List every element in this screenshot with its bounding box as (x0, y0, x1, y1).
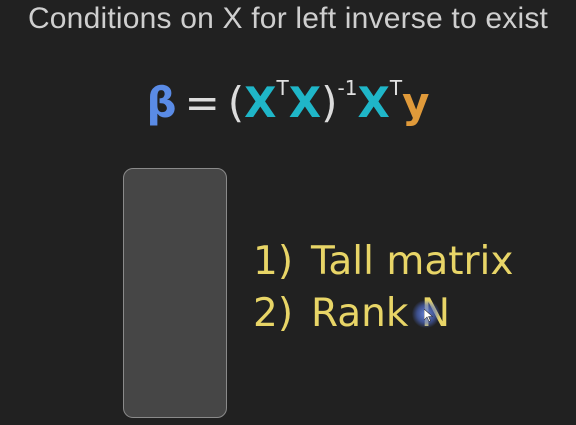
mouse-pointer-icon (412, 300, 440, 328)
equation-open-paren: ( (227, 78, 245, 127)
condition-number: 1) (253, 239, 294, 284)
equation-close-paren: ) (321, 78, 338, 127)
slide-title: Conditions on X for left inverse to exis… (27, 2, 549, 35)
condition-item: 2) Rank N (253, 288, 513, 340)
equation-transpose-2: T (389, 76, 403, 100)
condition-text: Tall matrix (311, 239, 514, 284)
equation-transpose-1: T (276, 76, 289, 100)
equation-equals: = (184, 78, 220, 127)
slide: Conditions on X for left inverse to exis… (0, 0, 576, 425)
condition-number: 2) (253, 291, 294, 336)
tall-matrix-shape (123, 168, 227, 418)
conditions-list: 1) Tall matrix 2) Rank N (253, 236, 513, 340)
equation-beta: β (146, 78, 177, 127)
equation-y: y (402, 78, 430, 127)
equation-inverse-exponent: -1 (337, 76, 358, 100)
normal-equation: β = (XTX)-1XTy (0, 78, 576, 127)
equation-x-2: X (288, 78, 322, 127)
equation-x-1: X (244, 78, 277, 127)
equation-x-3: X (357, 78, 390, 127)
condition-item: 1) Tall matrix (253, 236, 513, 288)
